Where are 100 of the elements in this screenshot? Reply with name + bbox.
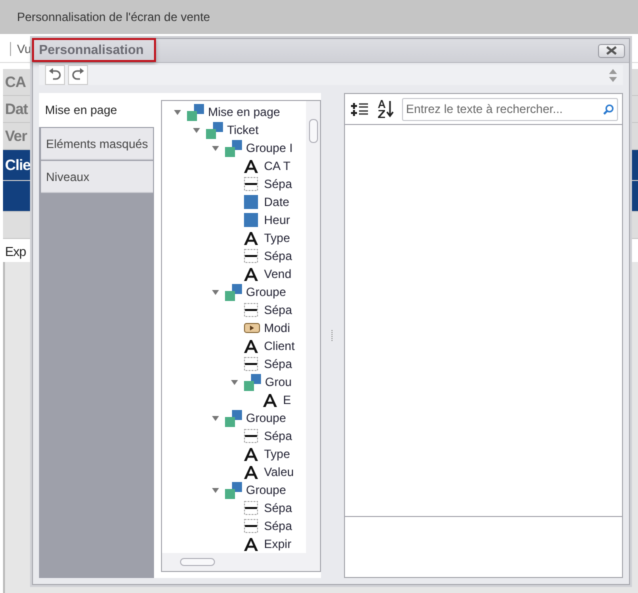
tree-item-label: Groupe I bbox=[246, 141, 293, 155]
letter-icon bbox=[244, 466, 258, 478]
tree-item-label: Sépa bbox=[264, 177, 292, 191]
tree-item[interactable]: Client bbox=[162, 337, 306, 355]
tree-item-label: Heur bbox=[264, 213, 290, 227]
tree-item-label: Ticket bbox=[227, 123, 259, 137]
letter-icon bbox=[263, 394, 277, 406]
letter-icon bbox=[244, 538, 258, 550]
tree-item[interactable]: E bbox=[162, 391, 306, 409]
tree-item-label: Valeu bbox=[264, 465, 294, 479]
tab[interactable]: Mise en page bbox=[39, 93, 154, 127]
tree-item-label: Sépa bbox=[264, 429, 292, 443]
sort-az-button[interactable] bbox=[376, 98, 396, 120]
tree-item-label: Sépa bbox=[264, 303, 292, 317]
group-icon bbox=[206, 122, 223, 138]
tree-item[interactable]: Groupe bbox=[162, 409, 306, 427]
collapse-arrow-icon[interactable] bbox=[212, 290, 219, 294]
splitter-grip-icon[interactable] bbox=[331, 330, 334, 342]
tree-item[interactable]: Groupe I bbox=[162, 139, 306, 157]
scroll-down-icon[interactable] bbox=[609, 76, 617, 82]
separator-icon bbox=[244, 249, 258, 263]
tree-item-label: Sépa bbox=[264, 501, 292, 515]
collapse-arrow-icon[interactable] bbox=[231, 380, 238, 384]
group-icon bbox=[225, 410, 242, 426]
letter-icon bbox=[244, 448, 258, 460]
tree-item-label: Type bbox=[264, 447, 290, 461]
collapse-arrow-icon[interactable] bbox=[212, 146, 219, 150]
separator-icon bbox=[244, 519, 258, 533]
row-label: Dat bbox=[5, 100, 28, 118]
tree-item-label: Type bbox=[264, 231, 290, 245]
letter-icon bbox=[244, 268, 258, 280]
separator-icon bbox=[244, 357, 258, 371]
tree-item[interactable]: Vend bbox=[162, 265, 306, 283]
close-icon[interactable] bbox=[606, 46, 617, 55]
tree-item-label: Sépa bbox=[264, 519, 292, 533]
tree-item-label: Date bbox=[264, 195, 290, 209]
row-label: Clie bbox=[5, 156, 31, 174]
close-button[interactable] bbox=[598, 44, 625, 58]
tab[interactable]: Eléments masqués bbox=[41, 128, 153, 160]
tree-item-label: Groupe bbox=[246, 285, 286, 299]
tree-item[interactable]: Grou bbox=[162, 373, 306, 391]
row-label: Ver bbox=[5, 128, 27, 144]
tree-item[interactable]: Groupe bbox=[162, 283, 306, 301]
letter-icon bbox=[244, 160, 258, 172]
tree-item[interactable]: Sépa bbox=[162, 517, 306, 535]
tree-item[interactable]: Sépa bbox=[162, 427, 306, 445]
tree-item[interactable]: Heur bbox=[162, 211, 306, 229]
tree-item[interactable]: Sépa bbox=[162, 247, 306, 265]
undo-button[interactable] bbox=[45, 65, 65, 85]
tree-item[interactable]: Sépa bbox=[162, 499, 306, 517]
tree-item-label: Modi bbox=[264, 321, 290, 335]
search-field[interactable]: Entrez le texte à rechercher... bbox=[402, 98, 618, 120]
search-icon[interactable] bbox=[603, 104, 614, 114]
tree-item-label: Groupe bbox=[246, 483, 286, 497]
tree-item[interactable]: Modi bbox=[162, 319, 306, 337]
group-icon bbox=[225, 140, 242, 156]
dialog-title: Personnalisation bbox=[32, 38, 156, 62]
tree-item-label: E bbox=[283, 393, 292, 407]
tree-item-label: CA T bbox=[264, 159, 290, 173]
letter-icon bbox=[244, 340, 258, 352]
tree-item-label: Groupe bbox=[246, 411, 286, 425]
scroll-up-icon[interactable] bbox=[609, 68, 617, 74]
redo-button[interactable] bbox=[68, 65, 88, 85]
tree-item[interactable]: Date bbox=[162, 193, 306, 211]
tree-item[interactable]: Sépa bbox=[162, 175, 306, 193]
row-label: Exp bbox=[5, 244, 26, 258]
group-icon bbox=[225, 284, 242, 300]
play-button-icon bbox=[244, 323, 260, 333]
collapse-arrow-icon[interactable] bbox=[212, 416, 219, 420]
separator-icon bbox=[244, 303, 258, 317]
tree-item-label: Sépa bbox=[264, 357, 292, 371]
tree-item[interactable]: Groupe bbox=[162, 481, 306, 499]
tree-item[interactable]: Mise en page bbox=[162, 103, 306, 121]
group-icon bbox=[244, 374, 261, 390]
tab[interactable]: Niveaux bbox=[41, 161, 153, 193]
group-icon bbox=[225, 482, 242, 498]
tree-item[interactable]: Ticket bbox=[162, 121, 306, 139]
vertical-scrollbar[interactable] bbox=[306, 101, 320, 553]
tree-item[interactable]: Sépa bbox=[162, 301, 306, 319]
row-label: CA bbox=[5, 74, 26, 90]
square-icon bbox=[244, 195, 258, 209]
collapse-arrow-icon[interactable] bbox=[174, 110, 181, 114]
collapse-arrow-icon[interactable] bbox=[193, 128, 200, 132]
separator-icon bbox=[244, 501, 258, 515]
separator-icon bbox=[244, 429, 258, 443]
horizontal-scrollbar[interactable] bbox=[162, 553, 320, 571]
window-title: Personnalisation de l'écran de vente bbox=[0, 0, 638, 34]
separator-icon bbox=[244, 177, 258, 191]
tree-item[interactable]: CA T bbox=[162, 157, 306, 175]
tree-item-label: Expir bbox=[264, 537, 292, 551]
tree-item-label: Client bbox=[264, 339, 295, 353]
tree-item[interactable]: Sépa bbox=[162, 355, 306, 373]
tree-item[interactable]: Type bbox=[162, 229, 306, 247]
tree-item-label: Sépa bbox=[264, 249, 292, 263]
collapse-arrow-icon[interactable] bbox=[212, 488, 219, 492]
group-icon bbox=[187, 104, 204, 120]
tree-item[interactable]: Valeu bbox=[162, 463, 306, 481]
tree-item[interactable]: Type bbox=[162, 445, 306, 463]
tree-item-label: Grou bbox=[265, 375, 292, 389]
tree-item[interactable]: Expir bbox=[162, 535, 306, 553]
